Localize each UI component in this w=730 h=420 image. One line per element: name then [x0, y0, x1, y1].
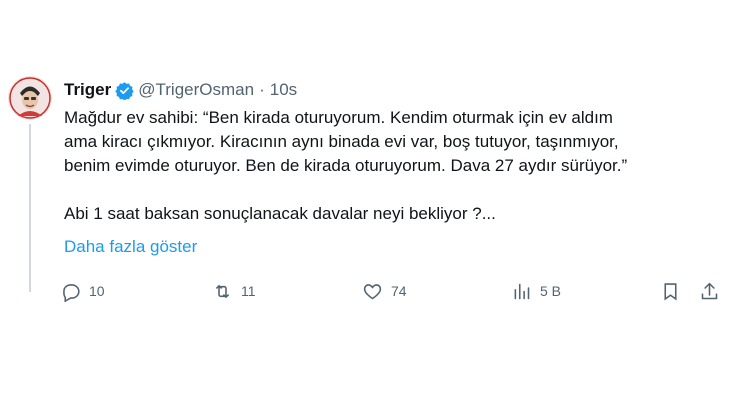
tweet-text: Mağdur ev sahibi: “Ben kirada oturuyorum… [64, 106, 714, 226]
author-handle[interactable]: @TrigerOsman [138, 80, 254, 100]
tweet-text-line: ama kiracı çıkmıyor. Kiracının aynı bina… [64, 132, 619, 151]
reply-count: 10 [89, 283, 105, 299]
avatar-image [8, 76, 52, 120]
share-button[interactable] [699, 276, 720, 306]
thread-line [29, 124, 31, 292]
avatar[interactable] [8, 76, 52, 120]
retweet-icon [215, 284, 230, 298]
bookmark-button[interactable] [660, 276, 681, 306]
author-name[interactable]: Triger [64, 80, 111, 100]
tweet-text-line: benim evimde oturuyor. Ben de kirada otu… [64, 156, 628, 175]
like-count: 74 [391, 283, 407, 299]
views-button[interactable]: 5 B [511, 276, 561, 306]
separator-dot: · [259, 80, 265, 99]
like-button[interactable]: 74 [362, 276, 407, 306]
retweet-button[interactable]: 11 [212, 276, 256, 306]
share-icon [701, 282, 718, 299]
tweet-card[interactable]: Triger @TrigerOsman · 10s Mağdur ev sahi… [0, 0, 730, 420]
tweet-text-line: Abi 1 saat baksan sonuçlanacak davalar n… [64, 204, 496, 223]
views-count: 5 B [540, 283, 562, 299]
reply-icon [63, 283, 80, 302]
bookmark-icon [664, 282, 677, 300]
tweet-text-line: Mağdur ev sahibi: “Ben kirada oturuyorum… [64, 108, 613, 127]
reply-button[interactable]: 10 [60, 276, 105, 306]
tweet-time[interactable]: 10s [270, 80, 297, 100]
verified-badge-icon [115, 81, 134, 101]
show-more-link[interactable]: Daha fazla göster [64, 237, 197, 257]
views-icon [514, 283, 530, 299]
like-icon [363, 283, 382, 299]
tweet-header: Triger @TrigerOsman · 10s [64, 79, 297, 101]
action-bar: 10 11 74 5 B [60, 276, 720, 306]
retweet-count: 11 [241, 283, 256, 299]
